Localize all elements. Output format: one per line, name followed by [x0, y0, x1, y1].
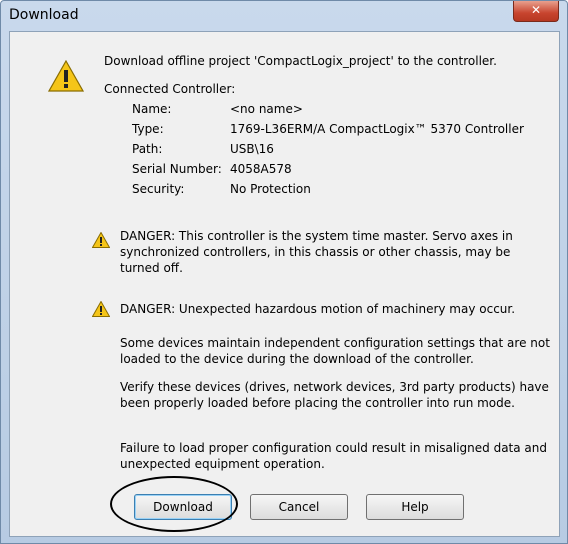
failure-config-text: Failure to load proper configuration cou… — [120, 441, 547, 471]
danger-hazardous-motion-text: DANGER: Unexpected hazardous motion of m… — [120, 302, 516, 316]
warning-icon — [92, 232, 110, 248]
verify-devices-text: Verify these devices (drives, network de… — [120, 380, 549, 410]
path-label: Path: — [132, 142, 163, 156]
cancel-button[interactable]: Cancel — [250, 494, 348, 520]
serial-number-label: Serial Number: — [132, 162, 222, 176]
type-value: 1769-L36ERM/A CompactLogix™ 5370 Control… — [230, 122, 524, 136]
close-button[interactable]: ✕ — [513, 1, 559, 22]
security-value: No Protection — [230, 182, 311, 196]
highlight-circle — [110, 476, 238, 532]
download-dialog: Download ✕ Download offline project 'Com… — [0, 0, 568, 544]
name-label: Name: — [132, 102, 172, 116]
download-message: Download offline project 'CompactLogix_p… — [104, 54, 497, 68]
danger-time-master-text: DANGER: This controller is the system ti… — [120, 229, 513, 275]
security-label: Security: — [132, 182, 185, 196]
connected-controller-heading: Connected Controller: — [104, 82, 236, 96]
path-value: USB\16 — [230, 142, 274, 156]
config-settings-text: Some devices maintain independent config… — [120, 336, 550, 366]
window-title: Download — [9, 7, 79, 23]
name-value: <no name> — [230, 102, 303, 116]
help-button[interactable]: Help — [366, 494, 464, 520]
serial-number-value: 4058A578 — [230, 162, 292, 176]
type-label: Type: — [132, 122, 164, 136]
warning-icon — [92, 301, 110, 317]
dialog-body: Download offline project 'CompactLogix_p… — [9, 31, 560, 537]
title-bar[interactable]: Download ✕ — [1, 1, 567, 31]
warning-icon — [48, 60, 84, 92]
